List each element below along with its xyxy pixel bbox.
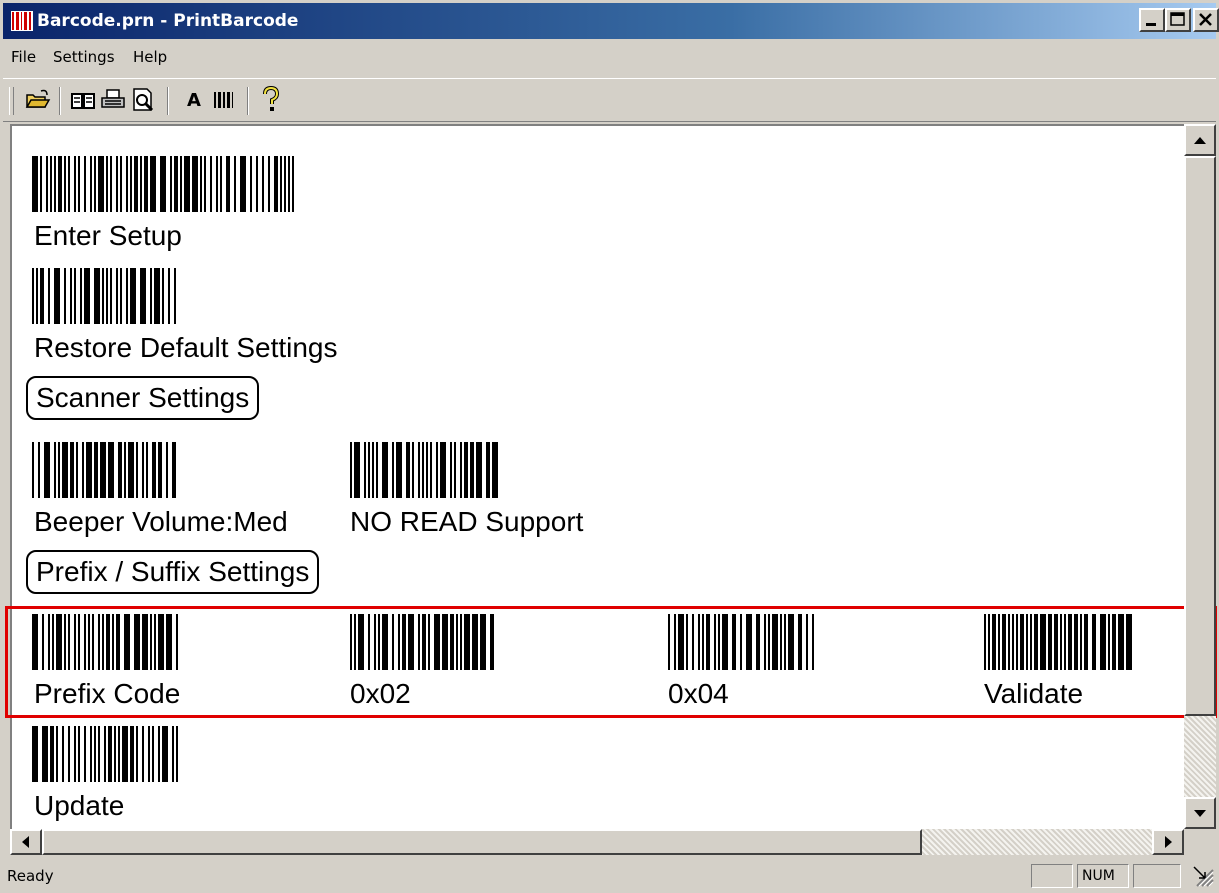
section-prefix-suffix-settings: Prefix / Suffix Settings — [26, 550, 320, 594]
menu-settings[interactable]: Settings — [53, 48, 115, 66]
barcode-update — [32, 726, 180, 782]
barcode-0x02 — [350, 614, 498, 670]
toolbar: A — [3, 78, 1216, 122]
scroll-right-button[interactable] — [1152, 829, 1184, 855]
open-folder-icon — [25, 89, 51, 108]
arrow-down-icon — [1194, 810, 1206, 817]
barcode-enter-setup — [32, 156, 300, 212]
status-bar: Ready NUM — [3, 860, 1216, 890]
barcode-no-read — [350, 442, 498, 498]
font-button[interactable]: A — [177, 85, 209, 115]
scroll-left-button[interactable] — [10, 829, 42, 855]
barcode-validate — [984, 614, 1132, 670]
barcode-button[interactable] — [207, 85, 239, 115]
print-preview-icon — [133, 88, 154, 112]
barcode-icon — [214, 92, 233, 108]
arrow-up-icon — [1194, 137, 1206, 144]
label-0x02: 0x02 — [350, 678, 411, 709]
section-scanner-settings: Scanner Settings — [26, 376, 260, 420]
horizontal-scroll-thumb[interactable] — [42, 829, 922, 855]
help-button[interactable] — [255, 85, 287, 115]
label-0x04: 0x04 — [668, 678, 729, 709]
label-prefix-code: Prefix Code — [34, 678, 181, 709]
label-enter-setup: Enter Setup — [34, 220, 182, 251]
vertical-scrollbar[interactable] — [1184, 124, 1216, 829]
close-button[interactable] — [1193, 8, 1219, 32]
label-validate: Validate — [984, 678, 1084, 709]
barcode-restore-default — [32, 268, 180, 324]
status-panel-caps — [1031, 864, 1073, 888]
resize-grip-icon[interactable] — [1191, 864, 1215, 888]
font-icon: A — [187, 90, 201, 111]
vertical-scroll-thumb[interactable] — [1184, 156, 1216, 716]
close-icon — [1199, 13, 1212, 26]
help-icon — [263, 85, 280, 111]
toolbar-grip[interactable] — [9, 87, 14, 115]
status-panel-num: NUM — [1077, 864, 1129, 888]
scrollbar-corner — [1184, 829, 1216, 855]
maximize-icon — [1170, 12, 1185, 26]
open-button[interactable] — [21, 85, 53, 115]
barcode-prefix-code — [32, 614, 180, 670]
scroll-up-button[interactable] — [1184, 124, 1216, 156]
barcode-app-icon — [11, 11, 33, 31]
document-area[interactable]: Enter Setup Restore Default Settings Sca… — [10, 124, 1184, 829]
menu-help[interactable]: Help — [133, 48, 167, 66]
toolbar-separator — [59, 87, 61, 115]
scroll-down-button[interactable] — [1184, 797, 1216, 829]
status-panel-scroll — [1133, 864, 1181, 888]
num-lock-indicator: NUM — [1082, 868, 1115, 884]
arrow-right-icon — [1165, 836, 1172, 848]
menu-file[interactable]: File — [11, 48, 36, 66]
maximize-button[interactable] — [1165, 8, 1191, 32]
label-beeper-volume: Beeper Volume:Med — [34, 506, 288, 537]
minimize-button[interactable] — [1139, 8, 1165, 32]
status-text: Ready — [7, 867, 54, 885]
menu-bar: File Settings Help — [3, 42, 1216, 72]
barcode-beeper-volume — [32, 442, 180, 498]
label-restore-default: Restore Default Settings — [34, 332, 338, 363]
print-button[interactable] — [97, 85, 129, 115]
book-button[interactable] — [67, 85, 99, 115]
window-title: Barcode.prn - PrintBarcode — [37, 11, 299, 31]
title-bar[interactable]: Barcode.prn - PrintBarcode — [3, 3, 1219, 39]
barcode-0x04 — [668, 614, 816, 670]
label-no-read: NO READ Support — [350, 506, 584, 537]
book-icon — [71, 93, 95, 109]
print-icon — [101, 89, 125, 108]
arrow-left-icon — [22, 836, 29, 848]
print-preview-button[interactable] — [127, 85, 159, 115]
app-window: Barcode.prn - PrintBarcode File Settings… — [0, 0, 1219, 893]
label-update: Update — [34, 790, 125, 821]
horizontal-scrollbar[interactable] — [10, 829, 1184, 855]
minimize-icon — [1146, 23, 1156, 26]
toolbar-separator — [167, 87, 169, 115]
toolbar-separator — [247, 87, 249, 115]
